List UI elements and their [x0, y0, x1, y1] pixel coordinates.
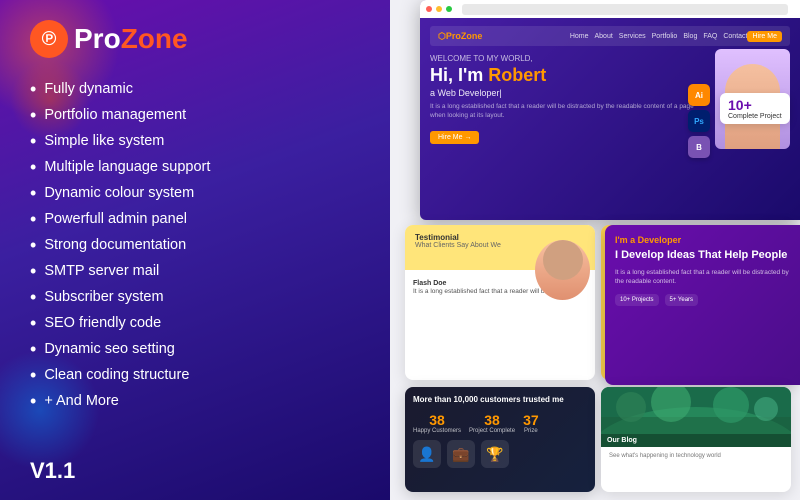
hero-name: Robert	[488, 65, 546, 85]
browser-bar	[420, 0, 800, 18]
testimonial-person-avatar	[535, 240, 590, 300]
feature-item: Portfolio management	[30, 106, 210, 124]
stat-icon-briefcase: 💼	[447, 440, 475, 468]
feature-item: Multiple language support	[30, 158, 210, 176]
mini-navbar: ⬡ProZone Home About Services Portfolio B…	[430, 26, 790, 46]
stat-projects: 38 Project Complete	[469, 412, 515, 434]
window-maximize-dot	[446, 6, 452, 12]
app-icons-stack: Ai Ps B	[688, 84, 710, 158]
stat-prize: 37 Prize	[523, 412, 539, 434]
stats-row: 38 Happy Customers 38 Project Complete 3…	[413, 412, 587, 434]
blog-title: Our Blog	[607, 437, 785, 444]
third-row-cards: More than 10,000 customers trusted me 38…	[390, 387, 800, 492]
photoshop-icon: Ps	[688, 110, 710, 132]
nav-link-services: Services	[619, 33, 646, 40]
browser-url-bar	[462, 4, 788, 15]
mini-nav-logo: ⬡ProZone	[438, 31, 482, 42]
nav-link-contact: Contact	[723, 33, 747, 40]
features-list: Fully dynamic Portfolio management Simple …	[30, 80, 210, 418]
hero-description: It is a long established fact that a rea…	[430, 102, 700, 120]
project-stats-card: More than 10,000 customers trusted me 38…	[405, 387, 595, 492]
stat-icon-trophy: 🏆	[481, 440, 509, 468]
project-count-label: Complete Project	[728, 113, 782, 120]
feature-item: Dynamic seo setting	[30, 340, 210, 358]
stat-happy-customers: 38 Happy Customers	[413, 412, 461, 434]
dev-stat-years: 5+ Years	[665, 294, 699, 306]
feature-item: Clean coding structure	[30, 366, 210, 384]
window-minimize-dot	[436, 6, 442, 12]
stat-number-projects: 38	[469, 412, 515, 428]
right-panel: ⬡ProZone Home About Services Portfolio B…	[390, 0, 800, 500]
nav-link-home: Home	[570, 33, 589, 40]
stat-icon-person: 👤	[413, 440, 441, 468]
project-stats-title: More than 10,000 customers trusted me	[413, 395, 587, 404]
blog-subtitle: See what's happening in technology world	[609, 452, 783, 460]
project-count-badge: 10+ Complete Project	[720, 93, 790, 124]
feature-item: Simple like system	[30, 132, 210, 150]
developer-section-card: I'm a Developer I Develop Ideas That Hel…	[605, 225, 800, 385]
hero-subtitle: a Web Developer|	[430, 88, 700, 98]
hero-title: Hi, I'm Robert	[430, 66, 700, 86]
logo-area: ℗ ProZone	[30, 20, 188, 58]
feature-item: Dynamic colour system	[30, 184, 210, 202]
stat-label-projects: Project Complete	[469, 428, 515, 434]
feature-item: Powerfull admin panel	[30, 210, 210, 228]
hero-name-pre: Hi, I'm	[430, 65, 488, 85]
feature-item: + And More	[30, 392, 210, 410]
feature-item: SEO friendly code	[30, 314, 210, 332]
project-count-number: 10+	[728, 97, 782, 113]
window-close-dot	[426, 6, 432, 12]
hero-right-area: Ai Ps B 10+ Complete Project	[710, 54, 790, 144]
dev-heading: I Develop Ideas That Help People	[615, 248, 790, 262]
hero-section: WELCOME TO MY WORLD, Hi, I'm Robert a We…	[430, 54, 790, 144]
nav-link-about: About	[595, 33, 613, 40]
dev-stat-projects: 10+ Projects	[615, 294, 659, 306]
nav-link-portfolio: Portfolio	[652, 33, 678, 40]
bootstrap-icon: B	[688, 136, 710, 158]
testimonial-body: Flash Doe It is a long established fact …	[405, 270, 595, 302]
stat-label-prize: Prize	[523, 428, 539, 434]
blog-image: Our Blog	[601, 387, 791, 447]
browser-mockup-main: ⬡ProZone Home About Services Portfolio B…	[420, 0, 800, 220]
hire-me-nav-button[interactable]: Hire Me	[747, 31, 782, 42]
dev-tag: I'm a Developer	[615, 235, 790, 245]
dev-description: It is a long established fact that a rea…	[615, 268, 790, 286]
illustrator-icon: Ai	[688, 84, 710, 106]
feature-item: Subscriber system	[30, 288, 210, 306]
hero-small-text: WELCOME TO MY WORLD,	[430, 54, 700, 63]
feature-item: Strong documentation	[30, 236, 210, 254]
blog-card: Our Blog See what's happening in technol…	[601, 387, 791, 492]
logo-post: Zone	[121, 23, 188, 54]
stat-icon-row: 👤 💼 🏆	[413, 440, 587, 468]
reviewer-avatar	[543, 240, 583, 280]
stat-label-customers: Happy Customers	[413, 428, 461, 434]
feature-item: SMTP server mail	[30, 262, 210, 280]
nav-link-blog: Blog	[683, 33, 697, 40]
hero-hire-button[interactable]: Hire Me →	[430, 131, 479, 144]
testimonial-card: Testimonial What Clients Say About We Fl…	[405, 225, 595, 380]
logo-text: ProZone	[74, 23, 188, 55]
logo-icon: ℗	[30, 20, 68, 58]
logo-pre: Pro	[74, 23, 121, 54]
blog-body: See what's happening in technology world	[601, 447, 791, 465]
dev-stats-row: 10+ Projects 5+ Years	[615, 294, 790, 306]
stat-number-customers: 38	[413, 412, 461, 428]
stat-number-prize: 37	[523, 412, 539, 428]
mini-nav-links: Home About Services Portfolio Blog FAQ C…	[570, 33, 748, 40]
blog-image-overlay: Our Blog	[601, 434, 791, 447]
hero-text-area: WELCOME TO MY WORLD, Hi, I'm Robert a We…	[430, 54, 700, 144]
browser-content: ⬡ProZone Home About Services Portfolio B…	[420, 18, 800, 220]
nav-link-faq: FAQ	[703, 33, 717, 40]
left-panel: ℗ ProZone Fully dynamic Portfolio managem…	[0, 0, 390, 500]
version-badge: V1.1	[30, 458, 75, 484]
feature-item: Fully dynamic	[30, 80, 210, 98]
